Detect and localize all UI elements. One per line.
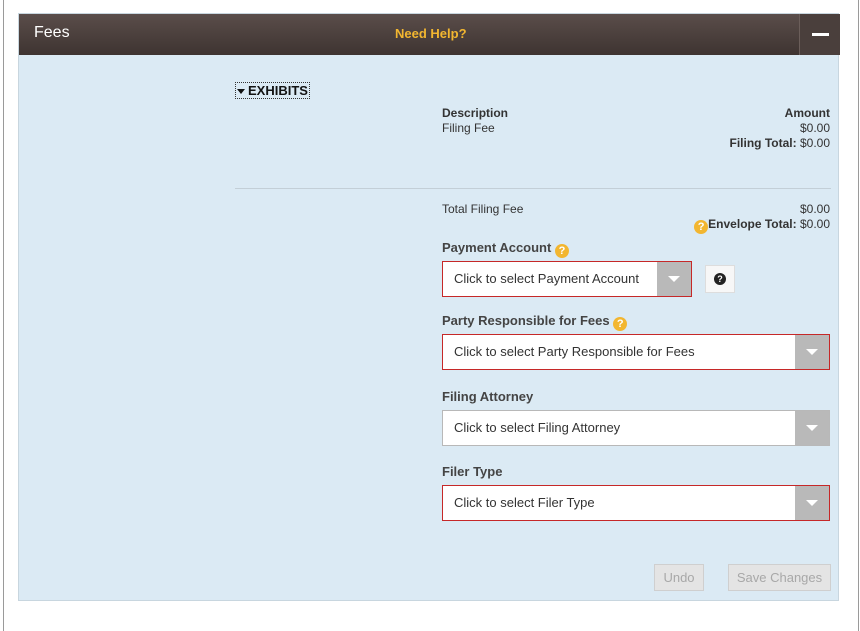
total-filing-fee-row: Total Filing Fee $0.00	[442, 202, 830, 217]
help-icon[interactable]: ?	[554, 244, 569, 258]
chevron-down-icon[interactable]	[795, 486, 829, 520]
panel-header: Fees Need Help?	[19, 14, 840, 55]
filing-total-value: $0.00	[799, 136, 830, 150]
fee-amount: $0.00	[799, 121, 830, 135]
filer-type-select[interactable]: Click to select Filer Type	[442, 485, 830, 521]
envelope-total-label: Envelope Total:	[708, 217, 797, 231]
chevron-down-icon[interactable]	[657, 262, 691, 296]
filing-total-label: Filing Total:	[729, 136, 797, 150]
help-icon[interactable]: ?	[613, 317, 628, 331]
envelope-total-row: ? Envelope Total: $0.00	[442, 217, 830, 234]
party-responsible-label-text: Party Responsible for Fees	[442, 313, 610, 328]
fees-panel: Fees Need Help? EXHIBITS Description Amo…	[18, 13, 840, 601]
envelope-total-value: $0.00	[799, 217, 830, 231]
payment-account-placeholder: Click to select Payment Account	[454, 271, 639, 286]
party-responsible-placeholder: Click to select Party Responsible for Fe…	[454, 344, 695, 359]
need-help-link[interactable]: Need Help?	[395, 26, 467, 41]
exhibits-toggle[interactable]: EXHIBITS	[235, 82, 310, 99]
totals-section: Total Filing Fee $0.00 ? Envelope Total: …	[442, 202, 830, 234]
collapse-button[interactable]	[799, 14, 840, 55]
payment-account-label: Payment Account ?	[442, 240, 569, 258]
payment-account-label-text: Payment Account	[442, 240, 552, 255]
filer-type-label: Filer Type	[442, 464, 503, 479]
filing-total-row: Filing Total: $0.00	[442, 136, 830, 151]
fee-table-header: Description Amount	[442, 106, 830, 121]
panel-title: Fees	[34, 24, 70, 41]
filer-type-placeholder: Click to select Filer Type	[454, 495, 595, 510]
amount-header: Amount	[784, 106, 830, 120]
party-responsible-select[interactable]: Click to select Party Responsible for Fe…	[442, 334, 830, 370]
save-changes-button[interactable]: Save Changes	[728, 564, 831, 591]
table-row: Filing Fee $0.00	[442, 121, 830, 136]
caret-down-icon	[237, 89, 245, 95]
payment-account-select[interactable]: Click to select Payment Account	[442, 261, 692, 297]
fee-table: Description Amount Filing Fee $0.00 Fili…	[442, 106, 830, 151]
question-circle-icon: ?	[714, 273, 726, 285]
filing-attorney-placeholder: Click to select Filing Attorney	[454, 420, 621, 435]
party-responsible-label: Party Responsible for Fees ?	[442, 313, 628, 331]
help-icon[interactable]: ?	[694, 220, 709, 234]
section-divider	[235, 188, 831, 189]
filing-attorney-select[interactable]: Click to select Filing Attorney	[442, 410, 830, 446]
payment-account-info-button[interactable]: ?	[705, 265, 735, 293]
total-filing-fee-value: $0.00	[799, 202, 830, 216]
total-filing-fee-label: Total Filing Fee	[442, 202, 524, 216]
chevron-down-icon[interactable]	[795, 335, 829, 369]
undo-button[interactable]: Undo	[654, 564, 704, 591]
description-header: Description	[442, 106, 509, 120]
filing-attorney-label: Filing Attorney	[442, 389, 534, 404]
fee-description: Filing Fee	[442, 121, 495, 135]
exhibits-label: EXHIBITS	[248, 83, 308, 98]
minus-icon	[812, 33, 829, 36]
chevron-down-icon[interactable]	[795, 411, 829, 445]
